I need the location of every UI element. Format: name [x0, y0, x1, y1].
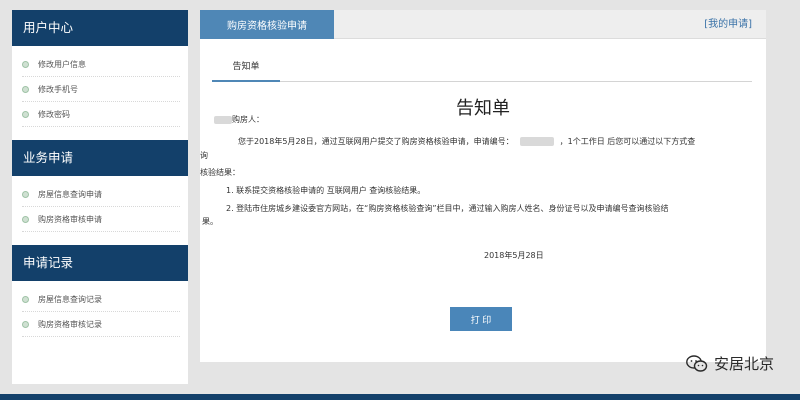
notice-line-1-text: 您于2018年5月28日，通过互联网用户提交了购房资格核验申请，申请编号：	[238, 137, 514, 146]
watermark: 安居北京	[686, 353, 774, 374]
notice-item-1: 1. 联系提交资格核验申请的 互联网用户 查询核验结果。	[226, 186, 426, 195]
sidebar-heading: 业务申请	[12, 140, 188, 176]
redacted-name	[214, 115, 232, 124]
notice-item-2: 2. 登陆市住房城乡建设委官方网站，在“购房资格核验查询”栏目中，通过输入购房人…	[226, 204, 669, 213]
bullet-icon	[22, 295, 29, 303]
bullet-icon	[22, 190, 29, 198]
print-button[interactable]: 打 印	[450, 307, 512, 331]
bullet-icon	[22, 320, 29, 328]
bullet-icon	[22, 85, 29, 93]
sidebar-item-label: 修改密码	[38, 109, 70, 119]
header-bar: 购房资格核验申请 [我的申请]	[200, 10, 766, 39]
sidebar-item-label: 房屋信息查询记录	[38, 294, 102, 304]
subtab-bar: 告知单	[212, 58, 752, 82]
notice-title: 告知单	[456, 98, 510, 119]
sidebar-item-label: 房屋信息查询申请	[38, 189, 102, 199]
bullet-icon	[22, 215, 29, 223]
salutation-text: 购房人：	[232, 115, 264, 124]
notice-line-1-text-cont: ，1个工作日 后您可以通过以下方式查	[559, 137, 696, 146]
sidebar-item-purchase-qualification-record[interactable]: 购房资格审核记录	[22, 312, 180, 337]
sidebar-item-label: 修改用户信息	[38, 59, 86, 69]
footer-bar	[0, 394, 800, 400]
notice-line-1: 您于2018年5月28日，通过互联网用户提交了购房资格核验申请，申请编号： ，1个…	[238, 136, 695, 147]
tab-notice[interactable]: 告知单	[212, 58, 280, 82]
watermark-text: 安居北京	[713, 355, 774, 373]
sidebar-item-house-info-query-apply[interactable]: 房屋信息查询申请	[22, 182, 180, 207]
sidebar-section-apply-records: 申请记录 房屋信息查询记录 购房资格审核记录	[12, 245, 188, 343]
notice-line-2: 询	[200, 151, 208, 160]
my-applications-link[interactable]: [我的申请]	[704, 10, 752, 39]
bullet-icon	[22, 110, 29, 118]
salutation-line: 购房人：	[214, 114, 264, 125]
sidebar-item-purchase-qualification-apply[interactable]: 购房资格审核申请	[22, 207, 180, 232]
notice-line-3: 核验结果：	[200, 168, 240, 177]
tab-purchase-qualification-apply[interactable]: 购房资格核验申请	[200, 10, 334, 39]
sidebar-item-label: 购房资格审核记录	[38, 319, 102, 329]
sidebar: 用户中心 修改用户信息 修改手机号 修改密码 业务申请 房屋信息查询申请 购房资…	[12, 10, 188, 384]
sidebar-section-business-apply: 业务申请 房屋信息查询申请 购房资格审核申请	[12, 140, 188, 238]
sidebar-item-label: 修改手机号	[38, 84, 78, 94]
sidebar-heading: 申请记录	[12, 245, 188, 281]
sidebar-item-edit-password[interactable]: 修改密码	[22, 102, 180, 127]
sidebar-item-house-info-query-record[interactable]: 房屋信息查询记录	[22, 287, 180, 312]
sidebar-heading: 用户中心	[12, 10, 188, 46]
notice-date: 2018年5月28日	[484, 251, 544, 260]
notice-item-2-cont: 果。	[202, 217, 218, 226]
sidebar-item-edit-phone[interactable]: 修改手机号	[22, 77, 180, 102]
sidebar-section-user-center: 用户中心 修改用户信息 修改手机号 修改密码	[12, 10, 188, 133]
sidebar-item-label: 购房资格审核申请	[38, 214, 102, 224]
wechat-icon	[686, 354, 708, 372]
main-panel: 购房资格核验申请 [我的申请] 告知单 告知单 购房人： 您于2018年5月28…	[200, 10, 766, 362]
redacted-apply-number	[519, 137, 554, 146]
bullet-icon	[22, 60, 29, 68]
sidebar-item-edit-user-info[interactable]: 修改用户信息	[22, 52, 180, 77]
